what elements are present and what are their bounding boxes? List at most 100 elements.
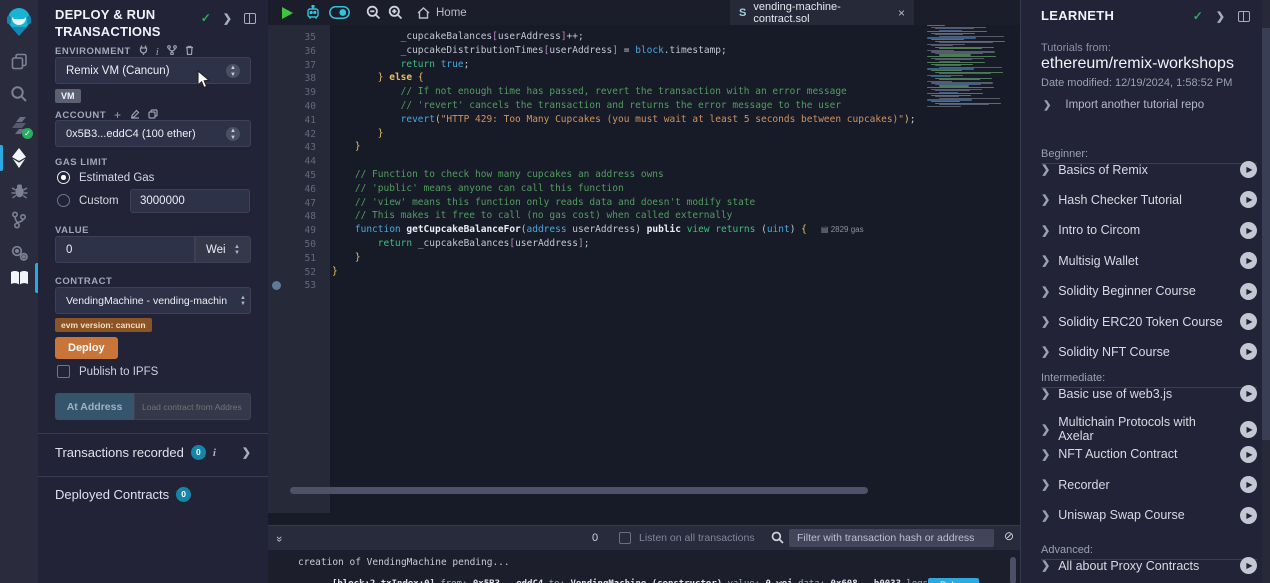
tutorial-item-recorder[interactable]: ❯Recorder▶ xyxy=(1041,476,1257,493)
tutorial-item-hash-checker-tutorial[interactable]: ❯Hash Checker Tutorial▶ xyxy=(1041,191,1257,208)
line-number[interactable]: 49 xyxy=(305,225,316,236)
line-number[interactable]: 53 xyxy=(305,280,316,291)
editor-minimap[interactable] xyxy=(925,25,1012,115)
line-number[interactable]: 41 xyxy=(305,115,316,126)
code-line[interactable]: } xyxy=(332,252,361,263)
tutorial-item-solidity-nft-course[interactable]: ❯Solidity NFT Course▶ xyxy=(1041,343,1257,360)
terminal-filter-input[interactable] xyxy=(789,529,994,547)
panel-scrollbar-track[interactable] xyxy=(1262,0,1270,583)
tutorial-item-solidity-beginner-course[interactable]: ❯Solidity Beginner Course▶ xyxy=(1041,283,1257,300)
file-explorer-icon[interactable] xyxy=(0,46,38,76)
line-number[interactable]: 42 xyxy=(305,129,316,140)
contract-select[interactable]: VendingMachine - vending-machin ▲▼ xyxy=(55,287,251,314)
deploy-run-icon[interactable] xyxy=(0,143,38,173)
code-area[interactable]: _cupcakeBalances[userAddress]++; _cupcak… xyxy=(330,25,1020,513)
code-line[interactable]: } else { xyxy=(332,72,424,83)
code-line[interactable]: revert("HTTP 429: Too Many Cupcakes (you… xyxy=(332,114,915,125)
code-line[interactable]: } xyxy=(332,141,361,152)
code-line[interactable]: // 'public' means anyone can call this f… xyxy=(332,183,624,194)
code-line[interactable]: // 'revert' cancels the transaction and … xyxy=(332,100,841,111)
import-tutorial-repo[interactable]: ❯ Import another tutorial repo xyxy=(1043,99,1204,111)
value-unit-select[interactable]: Wei ▲▼ xyxy=(195,236,251,263)
value-input[interactable]: 0 xyxy=(55,236,195,263)
code-line[interactable]: // If not enough time has passed, revert… xyxy=(332,86,847,97)
play-tutorial-button[interactable]: ▶ xyxy=(1240,222,1257,239)
line-number[interactable]: 37 xyxy=(305,60,316,71)
debugger-icon[interactable] xyxy=(0,175,38,205)
line-number[interactable]: 47 xyxy=(305,198,316,209)
tutorial-item-all-about-proxy-contracts[interactable]: ❯All about Proxy Contracts▶ xyxy=(1041,557,1257,574)
line-number[interactable]: 40 xyxy=(305,101,316,112)
at-address-button[interactable]: At Address xyxy=(55,393,134,420)
code-line[interactable]: } xyxy=(332,128,384,139)
tutorial-item-basic-use-of-web3-js[interactable]: ❯Basic use of web3.js▶ xyxy=(1041,385,1257,402)
code-line[interactable]: // This makes it free to call (no gas co… xyxy=(332,210,732,221)
editor-gutter[interactable]: 35363738394041424344454647484950515253 xyxy=(268,25,330,513)
play-tutorial-button[interactable]: ▶ xyxy=(1240,421,1257,438)
custom-gas-input[interactable] xyxy=(130,189,250,213)
transactions-expand-icon[interactable]: ❯ xyxy=(242,446,251,459)
tab-vending-machine-contract[interactable]: S vending-machine-contract.sol × xyxy=(730,0,914,25)
search-icon[interactable] xyxy=(0,79,38,109)
line-number[interactable]: 51 xyxy=(305,253,316,264)
line-number[interactable]: 46 xyxy=(305,184,316,195)
code-line[interactable]: _cupcakeDistributionTimes[userAddress] =… xyxy=(332,45,727,56)
environment-select[interactable]: Remix VM (Cancun) ▲▼ xyxy=(55,57,251,84)
code-line[interactable]: _cupcakeBalances[userAddress]++; xyxy=(332,31,584,42)
learneth-pin-icon[interactable] xyxy=(1238,11,1250,22)
zoom-out-icon[interactable] xyxy=(366,0,381,25)
debug-button[interactable]: Debug xyxy=(928,578,979,583)
play-tutorial-button[interactable]: ▶ xyxy=(1240,283,1257,300)
estimated-gas-radio[interactable]: Estimated Gas xyxy=(57,171,154,184)
tutorial-item-intro-to-circom[interactable]: ❯Intro to Circom▶ xyxy=(1041,222,1257,239)
collapse-terminal-icon[interactable]: » xyxy=(273,536,285,540)
line-number[interactable]: 44 xyxy=(305,156,316,167)
play-tutorial-button[interactable]: ▶ xyxy=(1240,557,1257,574)
tutorial-item-uniswap-swap-course[interactable]: ❯Uniswap Swap Course▶ xyxy=(1041,507,1257,524)
run-script-icon[interactable] xyxy=(281,0,294,25)
play-tutorial-button[interactable]: ▶ xyxy=(1240,343,1257,360)
listen-all-checkbox[interactable] xyxy=(619,532,631,544)
home-tab[interactable]: Home xyxy=(417,7,467,19)
code-line[interactable]: // 'view' means this function only reads… xyxy=(332,197,755,208)
breakpoint-dot[interactable] xyxy=(272,281,281,290)
line-number[interactable]: 39 xyxy=(305,87,316,98)
play-tutorial-button[interactable]: ▶ xyxy=(1240,161,1257,178)
environment-info-icon[interactable]: i xyxy=(156,46,160,58)
line-number[interactable]: 36 xyxy=(305,46,316,57)
play-tutorial-button[interactable]: ▶ xyxy=(1240,385,1257,402)
code-line[interactable]: } xyxy=(332,266,338,277)
tutorial-item-multichain-protocols-with-axelar[interactable]: ❯Multichain Protocols with Axelar▶ xyxy=(1041,415,1257,443)
code-line[interactable]: return true; xyxy=(332,59,469,70)
close-tab-icon[interactable]: × xyxy=(898,6,905,20)
line-number[interactable]: 52 xyxy=(305,267,316,278)
copilot-toggle-icon[interactable] xyxy=(329,0,350,25)
play-tutorial-button[interactable]: ▶ xyxy=(1240,191,1257,208)
tutorial-item-basics-of-remix[interactable]: ❯Basics of Remix▶ xyxy=(1041,161,1257,178)
line-number[interactable]: 43 xyxy=(305,142,316,153)
git-branch-icon[interactable] xyxy=(0,205,38,235)
pin-panel-icon[interactable] xyxy=(244,13,256,24)
panel-scrollbar-thumb[interactable] xyxy=(1262,28,1270,440)
line-number[interactable]: 35 xyxy=(305,32,316,43)
line-number[interactable]: 48 xyxy=(305,211,316,222)
ai-assistant-icon[interactable] xyxy=(305,0,321,25)
transaction-log-row[interactable]: [block:2 txIndex:0] from: 0x5B3...eddC4 … xyxy=(332,579,1012,583)
line-number[interactable]: 45 xyxy=(305,170,316,181)
play-tutorial-button[interactable]: ▶ xyxy=(1240,507,1257,524)
terminal-scrollbar[interactable] xyxy=(1010,557,1016,583)
tutorial-item-solidity-erc20-token-course[interactable]: ❯Solidity ERC20 Token Course▶ xyxy=(1041,313,1257,330)
tutorial-item-multisig-wallet[interactable]: ❯Multisig Wallet▶ xyxy=(1041,252,1257,269)
remix-logo-icon[interactable] xyxy=(0,4,38,40)
code-line[interactable]: return _cupcakeBalances[userAddress]; xyxy=(332,238,589,249)
account-select[interactable]: 0x5B3...eddC4 (100 ether) ▲▼ xyxy=(55,120,251,147)
publish-ipfs-checkbox[interactable]: Publish to IPFS xyxy=(57,365,158,378)
play-tutorial-button[interactable]: ▶ xyxy=(1240,252,1257,269)
learneth-plugin-icon[interactable] xyxy=(0,263,38,293)
solidity-compiler-icon[interactable]: ✓ xyxy=(0,110,38,140)
play-tutorial-button[interactable]: ▶ xyxy=(1240,476,1257,493)
tutorial-item-nft-auction-contract[interactable]: ❯NFT Auction Contract▶ xyxy=(1041,446,1257,463)
transactions-recorded-row[interactable]: Transactions recorded 0 i ❯ xyxy=(55,445,255,460)
learneth-expand-icon[interactable]: ❯ xyxy=(1216,10,1225,23)
play-tutorial-button[interactable]: ▶ xyxy=(1240,446,1257,463)
